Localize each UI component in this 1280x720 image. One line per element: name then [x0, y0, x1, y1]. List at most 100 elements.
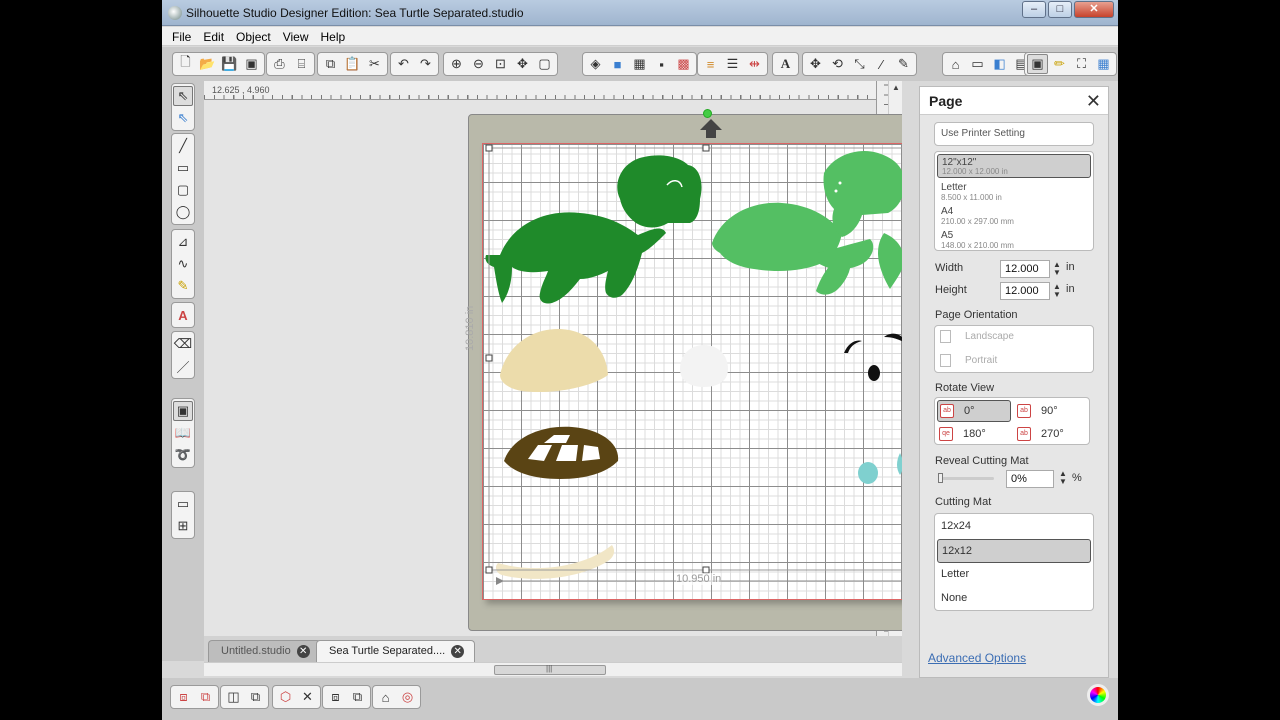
- zoom-in-icon[interactable]: ⊕: [446, 54, 467, 74]
- color-wheel-icon[interactable]: [1087, 684, 1109, 706]
- lasso-icon[interactable]: ➰: [173, 445, 193, 465]
- mat-option-12x12[interactable]: 12x12: [937, 539, 1091, 563]
- line-tool-icon[interactable]: ╱: [173, 136, 193, 156]
- cut-settings-icon[interactable]: ◧: [989, 54, 1010, 74]
- rounded-rectangle-tool-icon[interactable]: ▢: [173, 180, 193, 200]
- eye-details-shape[interactable]: [844, 333, 902, 381]
- align-icon[interactable]: ≡: [700, 54, 721, 74]
- sketch-icon[interactable]: ✏: [1049, 54, 1070, 74]
- save-icon[interactable]: 💾: [219, 54, 240, 74]
- close-window-button[interactable]: ✕: [1074, 1, 1114, 18]
- maximize-button[interactable]: □: [1048, 1, 1072, 18]
- use-printer-setting-button[interactable]: Use Printer Setting: [934, 122, 1094, 146]
- landscape-option[interactable]: Landscape: [940, 330, 1014, 343]
- width-spinner-icon[interactable]: ▲ ▼: [1053, 261, 1061, 277]
- paper-size-option[interactable]: Letter 8.500 x 11.000 in: [937, 180, 1091, 204]
- shear-icon[interactable]: ⁄: [871, 54, 892, 74]
- fit-page-icon[interactable]: ▢: [534, 54, 555, 74]
- tan-arc-shape[interactable]: [495, 545, 615, 579]
- modify-icon[interactable]: ⬡: [275, 687, 296, 707]
- dark-green-turtle-shape[interactable]: [485, 155, 702, 304]
- rotate-icon[interactable]: ⟲: [827, 54, 848, 74]
- send-backward-icon[interactable]: ⧉: [347, 687, 368, 707]
- light-green-turtle-shape[interactable]: [712, 151, 902, 295]
- offset-icon[interactable]: ⇹: [744, 54, 765, 74]
- replicate-icon[interactable]: ☰: [722, 54, 743, 74]
- copy-icon[interactable]: ⧉: [320, 54, 341, 74]
- faint-circle-shape[interactable]: [680, 345, 728, 387]
- portrait-option[interactable]: Portrait: [940, 354, 997, 367]
- bring-forward-icon[interactable]: ⧈: [325, 687, 346, 707]
- quad-view-icon[interactable]: ⊞: [173, 516, 193, 536]
- ellipse-tool-icon[interactable]: ◯: [173, 202, 193, 222]
- save-to-library-icon[interactable]: ▣: [241, 54, 262, 74]
- menu-view[interactable]: View: [277, 27, 315, 45]
- line-color-icon[interactable]: ▪: [651, 54, 672, 74]
- paper-size-option[interactable]: A4 210.00 x 297.00 mm: [937, 204, 1091, 228]
- print-icon[interactable]: ⎙: [269, 54, 290, 74]
- gradient-icon[interactable]: ■: [607, 54, 628, 74]
- release-compound-icon[interactable]: ⧉: [245, 687, 266, 707]
- grid-icon[interactable]: ▦: [1093, 54, 1114, 74]
- brown-shell-shape[interactable]: [504, 426, 619, 479]
- minimize-button[interactable]: –: [1022, 1, 1046, 18]
- text-tool-icon[interactable]: A: [173, 305, 193, 325]
- menu-object[interactable]: Object: [230, 27, 277, 45]
- rectangle-tool-icon[interactable]: ▭: [173, 158, 193, 178]
- text-style-icon[interactable]: A: [775, 54, 796, 74]
- paper-size-option[interactable]: A5 148.00 x 210.00 mm: [937, 228, 1091, 252]
- mat-option-none[interactable]: None: [937, 587, 1091, 611]
- mat-option-letter[interactable]: Letter: [937, 563, 1091, 587]
- undo-icon[interactable]: ↶: [393, 54, 414, 74]
- reveal-slider-knob[interactable]: [938, 473, 943, 483]
- rotate-270-button[interactable]: ab 270°: [1015, 423, 1087, 445]
- library-icon[interactable]: ⌂: [945, 54, 966, 74]
- delete-icon[interactable]: ✕: [297, 687, 318, 707]
- paper-size-option[interactable]: 12"x12" 12.000 x 12.000 in: [937, 154, 1091, 178]
- redo-icon[interactable]: ↷: [415, 54, 436, 74]
- close-tab-icon[interactable]: ✕: [451, 645, 465, 658]
- reveal-slider-track[interactable]: [938, 477, 994, 480]
- select-arrow-icon[interactable]: ⇖: [173, 86, 193, 106]
- line-style-icon[interactable]: ▩: [673, 54, 694, 74]
- pattern-icon[interactable]: ▦: [629, 54, 650, 74]
- width-input[interactable]: 12.000: [1000, 260, 1050, 278]
- page-settings-icon[interactable]: ▣: [1027, 54, 1048, 74]
- polygon-tool-icon[interactable]: ⊿: [173, 232, 193, 252]
- horizontal-scrollbar[interactable]: |||: [204, 662, 902, 676]
- rotate-90-button[interactable]: ab 90°: [1015, 400, 1087, 422]
- tan-shell-shape[interactable]: [500, 329, 608, 393]
- ungroup-icon[interactable]: ⧉: [195, 687, 216, 707]
- layers-icon[interactable]: ⌂: [375, 687, 396, 707]
- new-document-icon[interactable]: 🗋: [175, 54, 196, 74]
- design-workspace[interactable]: 12.625 , 4.960 ▲ ▼: [204, 81, 902, 661]
- curve-tool-icon[interactable]: ∿: [173, 254, 193, 274]
- cut-icon[interactable]: ✂: [364, 54, 385, 74]
- close-panel-icon[interactable]: ✕: [1086, 91, 1101, 112]
- group-icon[interactable]: ⧈: [173, 687, 194, 707]
- menu-edit[interactable]: Edit: [197, 27, 230, 45]
- reveal-percent-input[interactable]: 0%: [1006, 470, 1054, 488]
- target-icon[interactable]: ◎: [397, 687, 418, 707]
- trace-icon[interactable]: ✎: [893, 54, 914, 74]
- reveal-spinner-icon[interactable]: ▲ ▼: [1059, 470, 1067, 486]
- height-input[interactable]: 12.000: [1000, 282, 1050, 300]
- rotate-180-button[interactable]: qe 180°: [937, 423, 1011, 445]
- zoom-selection-icon[interactable]: ⊡: [490, 54, 511, 74]
- book-icon[interactable]: 📖: [173, 423, 193, 443]
- pan-icon[interactable]: ✥: [512, 54, 533, 74]
- fill-color-icon[interactable]: ◈: [585, 54, 606, 74]
- store-icon[interactable]: ▭: [967, 54, 988, 74]
- advanced-options-link[interactable]: Advanced Options: [928, 651, 1026, 665]
- menu-help[interactable]: Help: [315, 27, 352, 45]
- scroll-up-icon[interactable]: ▲: [892, 83, 900, 92]
- split-view-icon[interactable]: ▭: [173, 494, 193, 514]
- scale-icon[interactable]: ⤡: [849, 54, 870, 74]
- freehand-tool-icon[interactable]: ✎: [173, 276, 193, 296]
- print-cut-icon[interactable]: ⌸: [291, 54, 312, 74]
- move-icon[interactable]: ✥: [805, 54, 826, 74]
- edit-points-icon[interactable]: ⇖: [173, 108, 193, 128]
- page-view-icon[interactable]: ▣: [173, 401, 193, 421]
- mat-option-12x24[interactable]: 12x24: [937, 515, 1091, 539]
- height-spinner-icon[interactable]: ▲ ▼: [1053, 283, 1061, 299]
